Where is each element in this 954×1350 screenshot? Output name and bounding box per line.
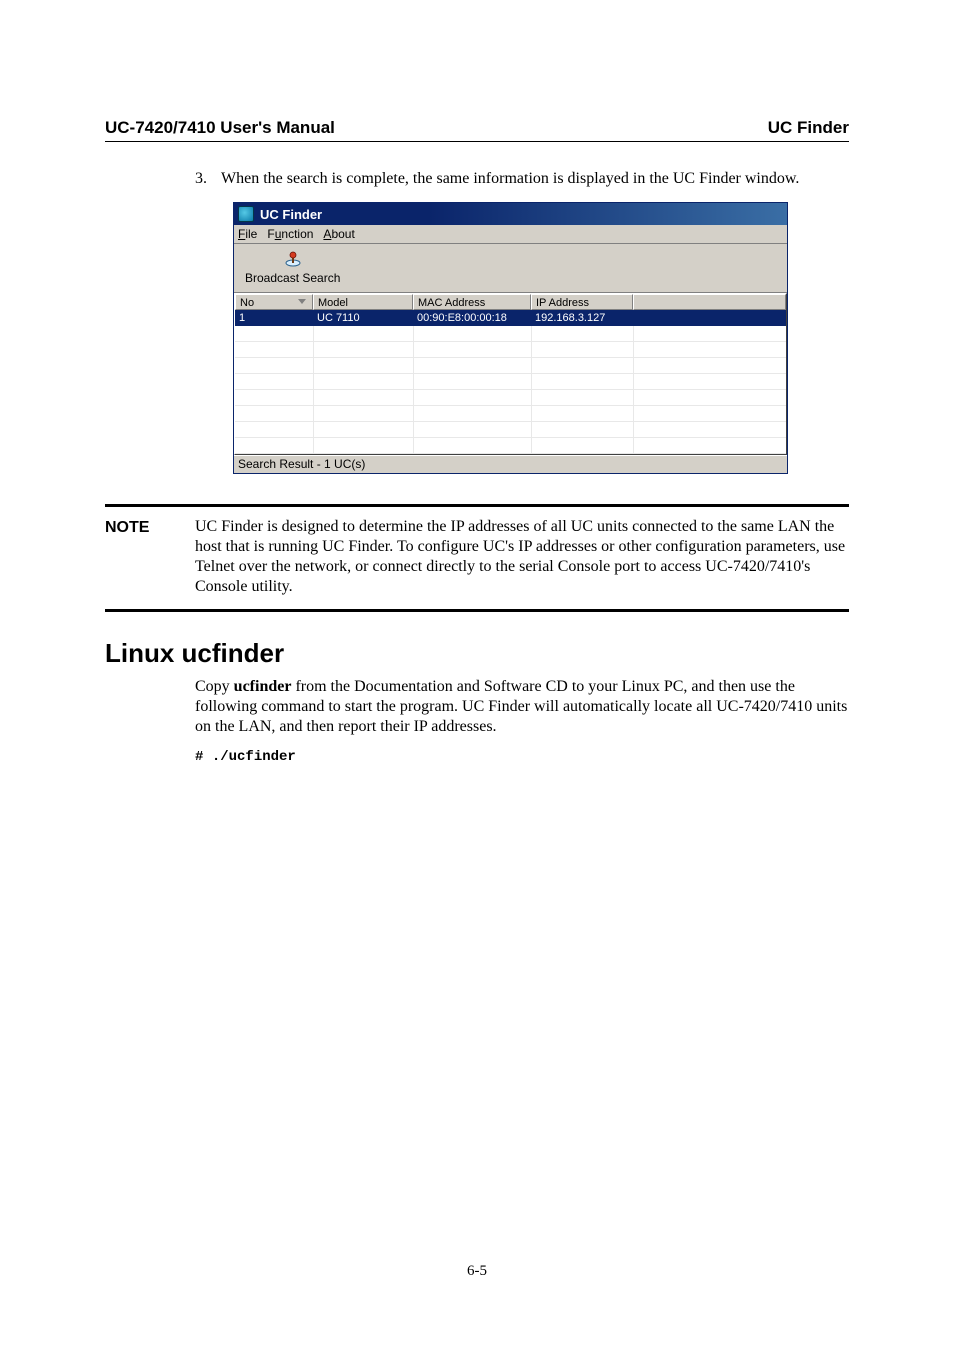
- page: UC-7420/7410 User's Manual UC Finder 3. …: [0, 0, 954, 1350]
- note-label: NOTE: [105, 517, 195, 597]
- col-header-rest: [633, 294, 786, 310]
- app-icon: [238, 206, 254, 222]
- section-paragraph: Copy ucfinder from the Documentation and…: [195, 677, 849, 737]
- menu-file[interactable]: File: [238, 227, 257, 241]
- col-header-model[interactable]: Model: [313, 294, 413, 310]
- section-heading: Linux ucfinder: [105, 638, 849, 669]
- page-number: 6-5: [0, 1263, 954, 1280]
- broadcast-search-button[interactable]: Broadcast Search: [238, 248, 347, 288]
- step-text: When the search is complete, the same in…: [221, 170, 849, 188]
- broadcast-label: Broadcast Search: [245, 271, 340, 285]
- menu-function[interactable]: Function: [267, 227, 313, 241]
- cell-mac: 00:90:E8:00:00:18: [413, 310, 531, 326]
- running-header: UC-7420/7410 User's Manual UC Finder: [105, 118, 849, 142]
- listview-header[interactable]: No Model MAC Address IP Address: [235, 294, 786, 310]
- col-header-mac[interactable]: MAC Address: [413, 294, 531, 310]
- window-titlebar: UC Finder: [234, 203, 787, 225]
- listview-body[interactable]: 1 UC 7110 00:90:E8:00:00:18 192.168.3.12…: [235, 310, 786, 454]
- col-header-no[interactable]: No: [235, 294, 313, 310]
- statusbar: Search Result - 1 UC(s): [234, 455, 787, 473]
- table-row[interactable]: 1 UC 7110 00:90:E8:00:00:18 192.168.3.12…: [235, 310, 786, 326]
- window-title: UC Finder: [260, 207, 322, 222]
- step-number: 3.: [195, 170, 221, 188]
- toolbar: Broadcast Search: [234, 244, 787, 293]
- broadcast-icon: [283, 251, 303, 271]
- command-line: ./ucfinder: [195, 749, 849, 765]
- result-listview[interactable]: No Model MAC Address IP Address 1 UC 711…: [234, 293, 787, 455]
- ucfinder-window: UC Finder File Function About Broadcast …: [233, 202, 788, 474]
- menu-about[interactable]: About: [323, 227, 354, 241]
- note-block: NOTE UC Finder is designed to determine …: [105, 504, 849, 612]
- sort-indicator-icon: [298, 299, 306, 304]
- cell-model: UC 7110: [313, 310, 413, 326]
- step-3: 3. When the search is complete, the same…: [195, 170, 849, 188]
- menubar: File Function About: [234, 225, 787, 244]
- header-left: UC-7420/7410 User's Manual: [105, 118, 335, 138]
- gridlines: [235, 310, 786, 454]
- col-header-ip[interactable]: IP Address: [531, 294, 633, 310]
- header-right: UC Finder: [768, 118, 849, 138]
- cell-ip: 192.168.3.127: [531, 310, 633, 326]
- note-text: UC Finder is designed to determine the I…: [195, 517, 849, 597]
- cell-no: 1: [235, 310, 313, 326]
